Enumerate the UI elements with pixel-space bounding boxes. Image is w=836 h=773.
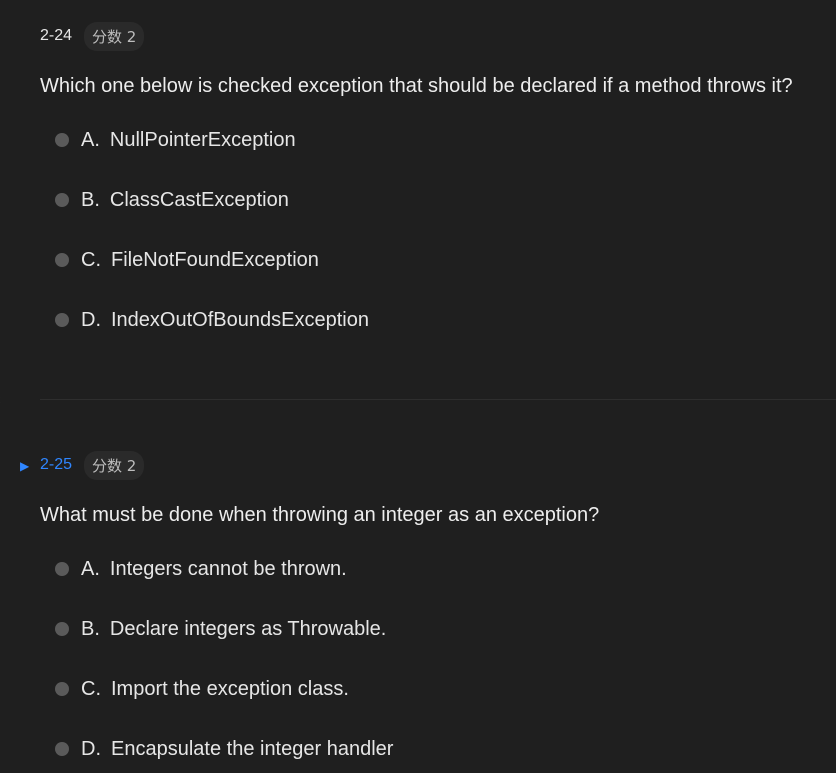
radio-button[interactable] <box>55 622 69 636</box>
radio-button[interactable] <box>55 253 69 267</box>
option-letter: C. <box>81 248 101 271</box>
option-letter: D. <box>81 308 101 331</box>
option-text: Integers cannot be thrown. <box>109 557 347 580</box>
option-c[interactable]: C. FileNotFoundException <box>55 248 836 272</box>
chevron-left-icon[interactable]: ‹ <box>0 391 1 407</box>
option-text: Encapsulate the integer handler <box>111 737 394 760</box>
option-letter: A. <box>81 557 100 580</box>
radio-button[interactable] <box>55 133 69 147</box>
option-letter: B. <box>81 188 100 211</box>
radio-button[interactable] <box>55 742 69 756</box>
option-b[interactable]: B. ClassCastException <box>55 188 836 212</box>
option-text: FileNotFoundException <box>111 248 319 271</box>
question-header: 2-24 分数 2 <box>40 21 836 51</box>
option-letter: C. <box>81 677 101 700</box>
question-text: Which one below is checked exception tha… <box>40 75 793 97</box>
option-a[interactable]: A. Integers cannot be thrown. <box>55 557 836 581</box>
option-text: IndexOutOfBoundsException <box>111 308 369 331</box>
radio-button[interactable] <box>55 193 69 207</box>
option-d[interactable]: D. IndexOutOfBoundsException <box>55 308 836 332</box>
option-letter: B. <box>81 617 100 640</box>
option-text: ClassCastException <box>109 188 289 211</box>
question-number: 2-24 <box>40 27 73 44</box>
question-2-24: 2-24 分数 2 Which one below is checked exc… <box>40 21 836 368</box>
option-text: NullPointerException <box>109 128 296 151</box>
option-d[interactable]: D. Encapsulate the integer handler <box>55 737 836 761</box>
score-badge: 分数 2 <box>84 450 145 480</box>
option-c[interactable]: C. Import the exception class. <box>55 677 836 701</box>
question-divider <box>40 399 836 400</box>
option-a[interactable]: A. NullPointerException <box>55 128 836 152</box>
options-list: A. NullPointerException B. ClassCastExce… <box>40 128 836 332</box>
exam-page: ‹ 2-24 分数 2 Which one below is checked e… <box>0 0 836 773</box>
option-text: Declare integers as Throwable. <box>109 617 387 640</box>
question-text: What must be done when throwing an integ… <box>40 504 600 526</box>
options-list: A. Integers cannot be thrown. B. Declare… <box>40 557 836 761</box>
triangle-right-icon: ▶ <box>20 459 30 473</box>
option-letter: A. <box>81 128 100 151</box>
option-letter: D. <box>81 737 101 760</box>
option-text: Import the exception class. <box>111 677 349 700</box>
radio-button[interactable] <box>55 313 69 327</box>
radio-button[interactable] <box>55 682 69 696</box>
question-number: 2-25 <box>40 456 73 473</box>
radio-button[interactable] <box>55 562 69 576</box>
question-2-25: 2-25 分数 2 What must be done when throwin… <box>40 450 836 773</box>
question-header: 2-25 分数 2 <box>40 450 836 480</box>
option-b[interactable]: B. Declare integers as Throwable. <box>55 617 836 641</box>
score-badge: 分数 2 <box>84 21 145 51</box>
